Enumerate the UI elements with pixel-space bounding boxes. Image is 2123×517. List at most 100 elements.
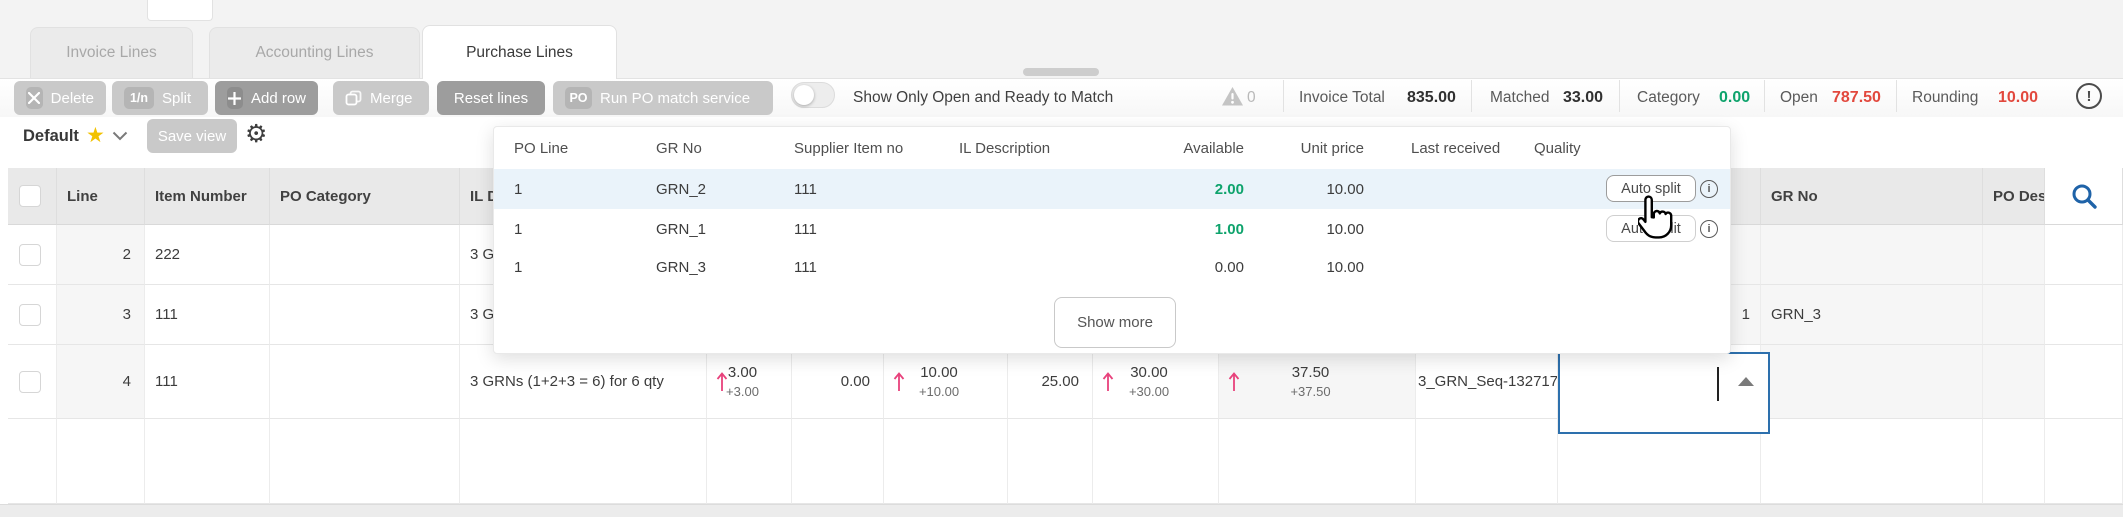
gr-no-cell-editor[interactable]	[1558, 352, 1770, 434]
toggle-label: Show Only Open and Ready to Match	[853, 81, 1113, 115]
save-view-button[interactable]: Save view	[147, 119, 237, 153]
divider	[1283, 80, 1284, 112]
col-header-po-category[interactable]: PO Category	[270, 168, 460, 225]
search-icon	[2069, 181, 2099, 211]
popup-cell-supplier-item: 111	[794, 169, 817, 209]
plus-icon	[227, 87, 243, 109]
split-label: Split	[162, 90, 191, 107]
info-icon[interactable]: i	[1700, 180, 1718, 198]
cell-delta: +3.00	[726, 384, 759, 399]
cell-value: 3.00	[728, 364, 757, 381]
run-po-match-label: Run PO match service	[600, 90, 750, 107]
view-selector-name[interactable]: Default	[23, 119, 79, 153]
popup-col-po-line: PO Line	[514, 127, 568, 169]
gear-icon[interactable]: ⚙	[245, 117, 267, 151]
cell-value: 37.50	[1292, 364, 1330, 381]
cell-po-category[interactable]	[270, 225, 460, 285]
drag-handle[interactable]	[1023, 68, 1099, 76]
col-header-item-number[interactable]: Item Number	[145, 168, 270, 225]
cell-match-ref[interactable]: 3_GRN_Seq-132717	[1416, 345, 1558, 419]
cell-item-number[interactable]: 111	[145, 345, 270, 419]
dropdown-collapse-arrow-icon[interactable]	[1738, 377, 1754, 386]
popup-col-supplier-item: Supplier Item no	[794, 127, 903, 169]
up-arrow-icon	[1102, 372, 1114, 396]
delete-label: Delete	[51, 90, 94, 107]
delete-button[interactable]: Delete	[14, 81, 106, 115]
cell-line: 3	[57, 285, 145, 345]
cell-il-description[interactable]: 3 GRNs (1+2+3 = 6) for 6 qty	[460, 345, 707, 419]
invoice-total-label: Invoice Total	[1299, 81, 1385, 115]
popup-cell-po-line: 1	[514, 249, 522, 285]
chevron-down-icon[interactable]	[112, 119, 128, 153]
cell-po-category[interactable]	[270, 285, 460, 345]
search-cell[interactable]	[2045, 168, 2123, 225]
col-header-line[interactable]: Line	[57, 168, 145, 225]
cell-open-qty[interactable]: 0.00	[792, 345, 884, 419]
cell-net[interactable]: 30.00 +30.00	[1093, 345, 1219, 419]
merge-copy-icon	[345, 90, 362, 106]
cell-item-number[interactable]: 222	[145, 225, 270, 285]
cell-po-description[interactable]	[1983, 345, 2045, 419]
cell-po-category[interactable]	[270, 345, 460, 419]
row-checkbox-cell	[8, 285, 57, 345]
tab-invoice-lines[interactable]: Invoice Lines	[30, 27, 193, 78]
alert-info-icon[interactable]: !	[2076, 83, 2102, 109]
row-checkbox[interactable]	[19, 244, 41, 266]
popup-cell-po-line: 1	[514, 209, 522, 249]
info-icon[interactable]: i	[1700, 220, 1718, 238]
category-value: 0.00	[1719, 81, 1750, 115]
cell-value: 30.00	[1130, 364, 1168, 381]
select-all-checkbox[interactable]	[19, 185, 41, 207]
cell-item-number[interactable]: 111	[145, 285, 270, 345]
col-header-gr-no[interactable]: GR No	[1761, 168, 1983, 225]
popup-row-grn1[interactable]: 1 GRN_1 111 1.00 10.00 Auto split i	[494, 209, 1730, 249]
popup-col-il-description: IL Description	[959, 127, 1050, 169]
merge-button[interactable]: Merge	[333, 81, 429, 115]
favorite-star-icon[interactable]: ★	[86, 118, 105, 152]
tab-label: Purchase Lines	[466, 44, 573, 62]
col-header-po-description[interactable]: PO Des	[1983, 168, 2045, 225]
cell-line: 4	[57, 345, 145, 419]
add-row-label: Add row	[251, 90, 306, 107]
row-checkbox[interactable]	[19, 371, 41, 393]
table-row-empty[interactable]	[8, 419, 2123, 504]
run-po-match-button[interactable]: PO Run PO match service	[553, 81, 773, 115]
popup-header-row: PO Line GR No Supplier Item no IL Descri…	[494, 127, 1730, 169]
table-row[interactable]: 4 111 3 GRNs (1+2+3 = 6) for 6 qty 3.00 …	[8, 345, 2123, 419]
reset-lines-button[interactable]: Reset lines	[437, 81, 545, 115]
header-checkbox-cell	[8, 168, 57, 225]
row-checkbox[interactable]	[19, 304, 41, 326]
cell-unit-price[interactable]: 10.00 +10.00	[884, 345, 1008, 419]
toggle-knob	[794, 85, 814, 105]
cell-gr-no[interactable]	[1761, 345, 1983, 419]
cell-po-description[interactable]	[1983, 225, 2045, 285]
purchase-lines-screen: Invoice Lines Accounting Lines Purchase …	[0, 0, 2123, 517]
popup-col-quality: Quality	[1534, 127, 1581, 169]
cell-total[interactable]: 37.50 +37.50	[1219, 345, 1416, 419]
cell-gr-no[interactable]	[1761, 225, 1983, 285]
partial-element-above	[147, 0, 213, 21]
show-more-button[interactable]: Show more	[1054, 297, 1176, 348]
add-row-button[interactable]: Add row	[215, 81, 318, 115]
split-button[interactable]: 1/n Split	[112, 81, 208, 115]
open-label: Open	[1780, 81, 1818, 115]
popup-cell-gr-no: GRN_3	[656, 249, 706, 285]
cell-gr-no[interactable]: GRN_3	[1761, 285, 1983, 345]
mouse-cursor-pointer	[1638, 195, 1678, 248]
cell-po-description[interactable]	[1983, 285, 2045, 345]
text-caret	[1717, 367, 1719, 401]
cell-amount[interactable]: 25.00	[1008, 345, 1093, 419]
popup-row-grn3[interactable]: 1 GRN_3 111 0.00 10.00	[494, 249, 1730, 285]
invoice-total-value: 835.00	[1407, 81, 1456, 115]
matched-label: Matched	[1490, 81, 1549, 115]
merge-label: Merge	[370, 90, 413, 107]
tab-purchase-lines[interactable]: Purchase Lines	[422, 25, 617, 79]
cell-qty[interactable]: 3.00 +3.00	[707, 345, 792, 419]
divider	[1619, 80, 1620, 112]
popup-row-grn2[interactable]: 1 GRN_2 111 2.00 10.00 Auto split i	[494, 169, 1730, 209]
show-only-open-toggle[interactable]	[791, 82, 835, 108]
up-arrow-icon	[1228, 372, 1240, 396]
tab-accounting-lines[interactable]: Accounting Lines	[209, 27, 420, 78]
tab-label: Accounting Lines	[255, 44, 373, 62]
popup-cell-po-line: 1	[514, 169, 522, 209]
